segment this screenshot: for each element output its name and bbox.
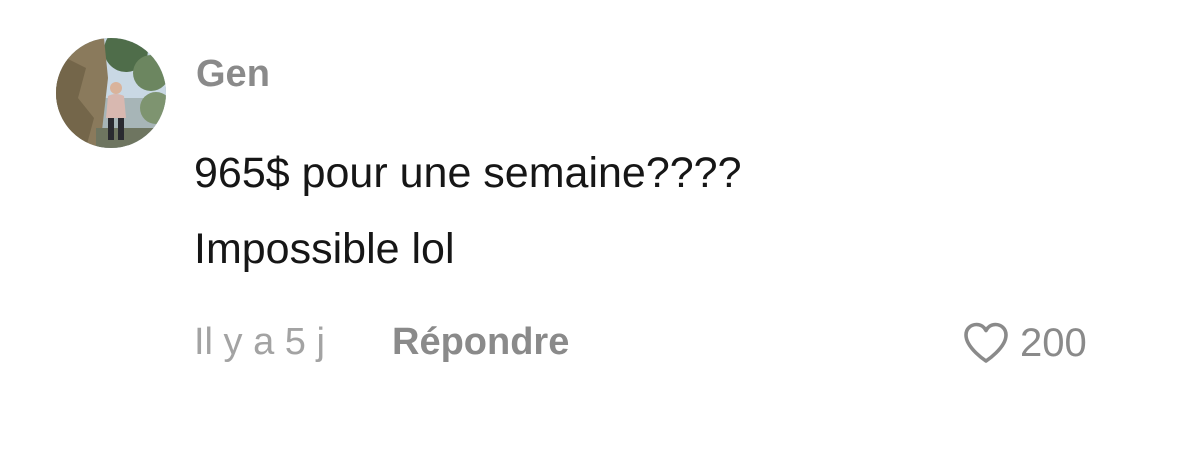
reply-button[interactable]: Répondre <box>392 319 569 365</box>
heart-outline-icon <box>964 322 1008 363</box>
like-button[interactable]: 200 <box>962 318 1087 368</box>
avatar-photo <box>56 38 166 148</box>
comment-text-line-1: 965$ pour une semaine???? <box>194 149 742 197</box>
avatar[interactable] <box>56 38 166 148</box>
username[interactable]: Gen <box>196 52 270 96</box>
comment-text-line-2: Impossible lol <box>194 225 455 273</box>
comment-item: Gen 965$ pour une semaine???? Impossible… <box>0 0 1200 469</box>
comment-timestamp: Il y a 5 j <box>194 321 325 363</box>
like-count: 200 <box>1020 321 1087 365</box>
